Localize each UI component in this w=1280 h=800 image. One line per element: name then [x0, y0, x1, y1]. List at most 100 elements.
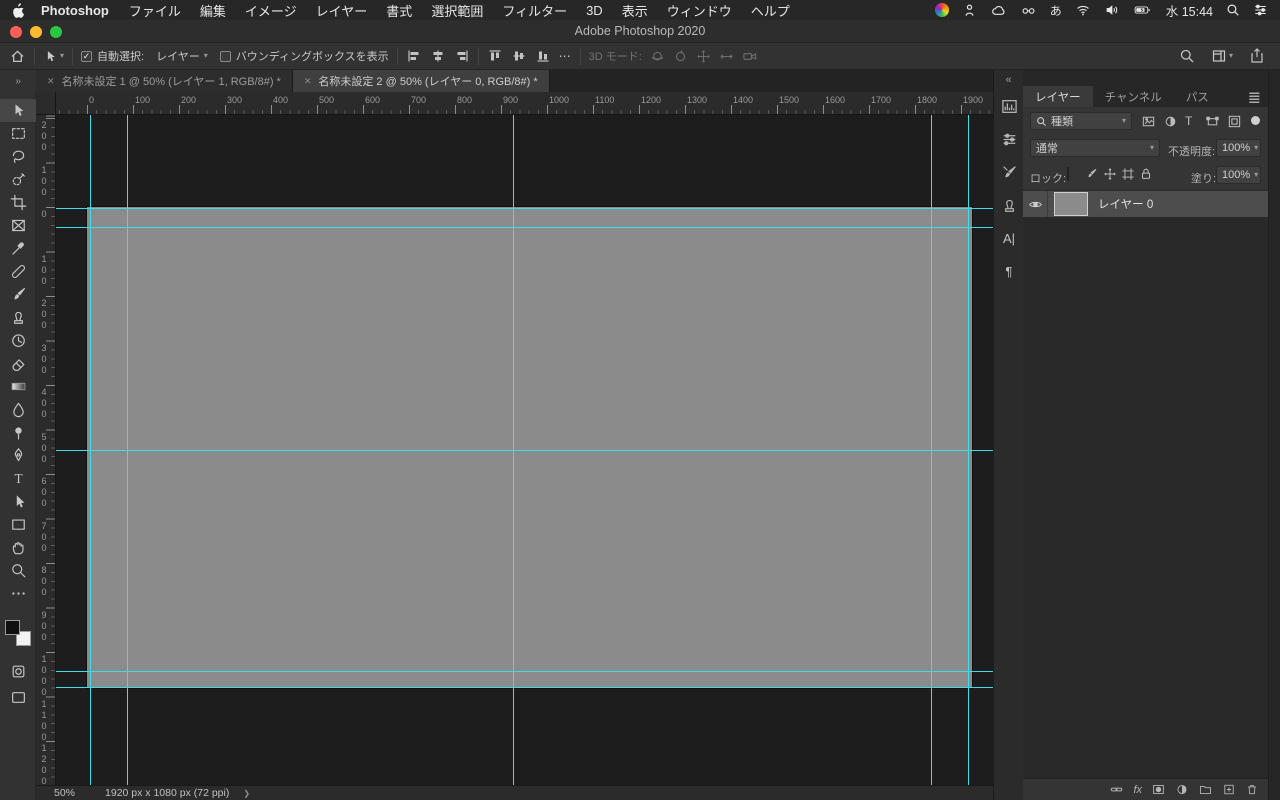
close-tab-icon[interactable]: ✕	[304, 76, 312, 87]
adjustment-layer-icon[interactable]	[1175, 783, 1189, 796]
menu-item-3[interactable]: レイヤー	[316, 1, 368, 20]
layer-filter-toggle[interactable]	[1251, 116, 1260, 125]
clone-stamp-tool[interactable]	[0, 306, 36, 329]
new-layer-icon[interactable]	[1222, 783, 1236, 796]
eraser-tool[interactable]	[0, 352, 36, 375]
expand-panels-chevron[interactable]: «	[994, 70, 1023, 90]
menu-item-1[interactable]: 編集	[200, 1, 226, 20]
document-tab-1[interactable]: ✕ 名称未設定 1 @ 50% (レイヤー 1, RGB/8#) *	[36, 70, 293, 92]
type-tool[interactable]: T	[0, 467, 36, 490]
status-bar-options-chevron[interactable]: ❯	[243, 789, 250, 798]
guide-horizontal[interactable]	[56, 227, 993, 228]
apple-menu-icon[interactable]	[12, 2, 25, 18]
layer-style-icon[interactable]: fx	[1133, 784, 1142, 796]
brush-settings-panel-icon[interactable]	[994, 156, 1024, 189]
active-app-name[interactable]: Photoshop	[41, 3, 109, 18]
opacity-dropdown[interactable]: 100% ▾	[1216, 139, 1261, 157]
search-icon[interactable]	[1179, 48, 1195, 64]
guide-horizontal[interactable]	[56, 671, 993, 672]
character-panel-icon[interactable]: A|	[994, 222, 1024, 255]
share-icon[interactable]	[1249, 48, 1265, 64]
cloud-menu-icon[interactable]	[990, 3, 1007, 18]
menu-item-10[interactable]: ヘルプ	[751, 1, 790, 20]
battery-menu-icon[interactable]	[1133, 3, 1153, 17]
color-swatches[interactable]	[5, 620, 31, 646]
lasso-tool[interactable]	[0, 145, 36, 168]
home-icon[interactable]	[9, 48, 26, 65]
layer-visibility-toggle[interactable]	[1023, 197, 1047, 212]
guide-horizontal[interactable]	[56, 687, 993, 688]
person-menu-icon[interactable]	[962, 3, 977, 18]
glasses-menu-icon[interactable]	[1020, 3, 1037, 18]
foreground-color-swatch[interactable]	[5, 620, 20, 635]
delete-layer-icon[interactable]	[1245, 783, 1259, 796]
lock-artboard-icon[interactable]	[1121, 167, 1135, 181]
zoom-level-field[interactable]: 50%	[54, 787, 75, 799]
close-tab-icon[interactable]: ✕	[47, 76, 55, 87]
canvas-viewport[interactable]	[56, 115, 993, 785]
marquee-tool[interactable]	[0, 122, 36, 145]
auto-select-target-dropdown[interactable]: レイヤー ▾	[152, 46, 212, 66]
panel-menu-icon[interactable]: ≣	[1248, 88, 1261, 108]
edit-toolbar-tool[interactable]	[0, 582, 36, 605]
panel-tab-1[interactable]: チャンネル	[1093, 86, 1174, 107]
zoom-tool[interactable]	[0, 559, 36, 582]
move-tool[interactable]	[0, 99, 36, 122]
crop-tool[interactable]	[0, 191, 36, 214]
control-center-menu-icon[interactable]	[1253, 3, 1268, 17]
more-align-options-button[interactable]: ⋯	[559, 49, 572, 63]
properties-panel-icon[interactable]	[994, 123, 1024, 156]
volume-menu-icon[interactable]	[1104, 3, 1120, 17]
guide-horizontal[interactable]	[56, 208, 993, 209]
lock-position-icon[interactable]	[1103, 167, 1117, 181]
align-left-edges-icon[interactable]	[406, 48, 422, 64]
menu-item-8[interactable]: 表示	[622, 1, 648, 20]
input-source-menu-icon[interactable]: あ	[1050, 2, 1062, 19]
lock-all-icon[interactable]	[1139, 167, 1153, 181]
ruler-vertical[interactable]: 200 100 0 100 200 300 400 500 600 700 800 900 1000 11…	[36, 115, 56, 785]
clone-source-panel-icon[interactable]	[994, 189, 1024, 222]
eyedropper-tool[interactable]	[0, 237, 36, 260]
pen-tool[interactable]	[0, 444, 36, 467]
current-tool-preset[interactable]: ▾	[43, 49, 64, 64]
align-horizontal-centers-icon[interactable]	[430, 48, 446, 64]
menu-item-7[interactable]: 3D	[586, 3, 603, 18]
guide-horizontal[interactable]	[56, 450, 993, 451]
menu-item-4[interactable]: 書式	[386, 1, 412, 20]
auto-select-checkbox[interactable]: ✓ 自動選択:	[81, 48, 144, 64]
menu-item-9[interactable]: ウィンドウ	[667, 1, 732, 20]
gradient-tool[interactable]	[0, 375, 36, 398]
layer-row[interactable]: レイヤー 0	[1023, 191, 1268, 217]
lock-pixels-icon[interactable]	[1085, 167, 1099, 181]
filter-shape-layers-icon[interactable]	[1205, 114, 1220, 129]
panel-tab-2[interactable]: パス	[1174, 86, 1221, 107]
lock-transparency-icon[interactable]	[1067, 167, 1069, 181]
color-wheel-menu-icon[interactable]	[934, 3, 949, 17]
wifi-menu-icon[interactable]	[1075, 3, 1091, 17]
layer-thumbnail[interactable]	[1054, 192, 1088, 216]
filter-pixel-layers-icon[interactable]	[1141, 114, 1156, 129]
history-brush-tool[interactable]	[0, 329, 36, 352]
workspace-switcher[interactable]: ▾	[1211, 48, 1233, 64]
fill-dropdown[interactable]: 100% ▾	[1216, 166, 1261, 184]
layer-filter-type-dropdown[interactable]: 種類 ▾	[1030, 112, 1132, 130]
menu-item-2[interactable]: イメージ	[245, 1, 297, 20]
healing-tool[interactable]	[0, 260, 36, 283]
link-layers-icon[interactable]	[1109, 783, 1124, 796]
histogram-panel-icon[interactable]	[994, 90, 1024, 123]
path-select-tool[interactable]	[0, 490, 36, 513]
show-bounding-box-checkbox[interactable]: バウンディングボックスを表示	[219, 48, 389, 64]
rectangle-tool[interactable]	[0, 513, 36, 536]
quick-mask-button[interactable]	[0, 660, 36, 682]
frame-tool[interactable]	[0, 214, 36, 237]
document-tab-2[interactable]: ✕ 名称未設定 2 @ 50% (レイヤー 0, RGB/8#) *	[292, 70, 550, 92]
blur-tool[interactable]	[0, 398, 36, 421]
paragraph-panel-icon[interactable]: ¶	[994, 255, 1024, 288]
new-group-icon[interactable]	[1198, 783, 1213, 796]
document-canvas[interactable]	[87, 207, 972, 688]
align-right-edges-icon[interactable]	[454, 48, 470, 64]
blend-mode-dropdown[interactable]: 通常 ▾	[1030, 139, 1160, 157]
filter-type-layers-icon[interactable]: T	[1185, 114, 1192, 128]
filter-adjustment-layers-icon[interactable]	[1163, 114, 1178, 129]
dodge-tool[interactable]	[0, 421, 36, 444]
